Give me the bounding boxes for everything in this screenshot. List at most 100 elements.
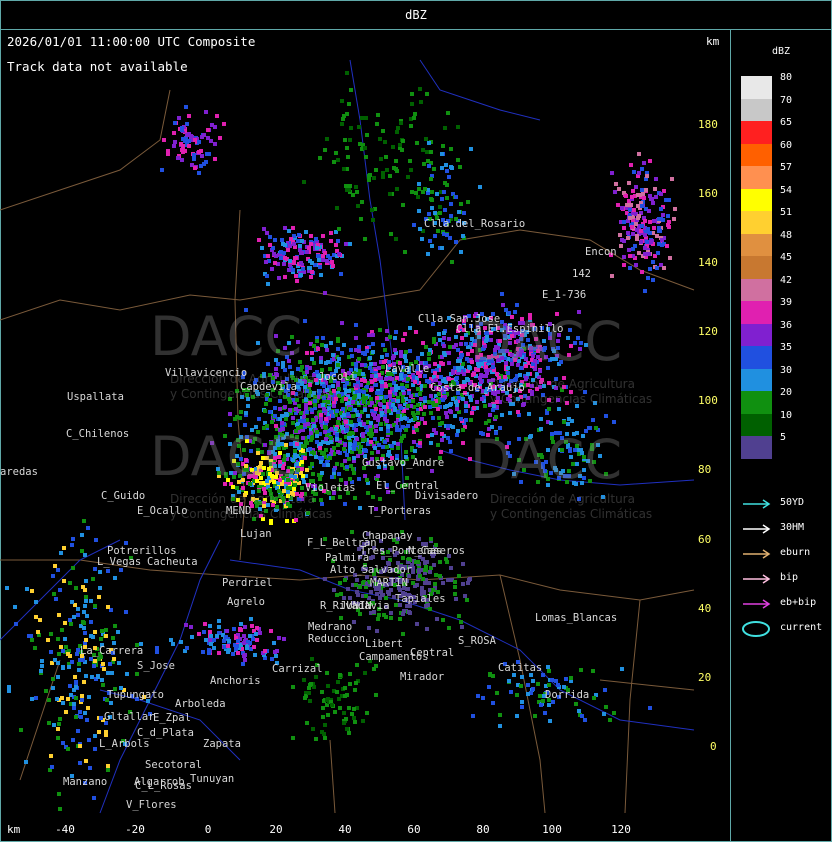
radar-pixel	[334, 151, 338, 155]
radar-pixel	[347, 102, 351, 106]
radar-pixel	[326, 360, 330, 364]
radar-pixel	[382, 405, 386, 409]
radar-pixel	[412, 116, 416, 120]
radar-pixel	[664, 198, 668, 202]
radar-pixel	[415, 141, 419, 145]
radar-pixel	[440, 197, 444, 201]
radar-pixel	[323, 723, 327, 727]
radar-pixel	[255, 638, 259, 642]
radar-pixel	[312, 344, 316, 348]
radar-pixel	[363, 438, 367, 442]
radar-pixel	[457, 396, 461, 400]
radar-pixel	[406, 404, 410, 408]
radar-pixel	[648, 231, 652, 235]
radar-pixel	[338, 673, 342, 677]
place-label: Tapiales	[395, 593, 446, 605]
radar-pixel	[268, 243, 272, 247]
radar-pixel	[631, 247, 635, 251]
radar-pixel	[342, 167, 346, 171]
radar-pixel	[431, 401, 435, 405]
radar-pixel	[509, 690, 513, 694]
radar-pixel	[319, 273, 323, 277]
radar-pixel	[337, 472, 341, 476]
radar-pixel	[383, 348, 387, 352]
radar-pixel	[416, 195, 420, 199]
radar-pixel	[370, 208, 374, 212]
place-label: Lomas_Blancas	[535, 612, 618, 624]
radar-pixel	[438, 338, 442, 342]
radar-pixel	[454, 240, 458, 244]
radar-pixel	[457, 210, 461, 214]
radar-pixel	[310, 657, 314, 661]
radar-pixel	[469, 418, 473, 422]
radar-pixel	[379, 427, 383, 431]
radar-pixel	[197, 140, 201, 144]
radar-pixel	[536, 682, 540, 686]
radar-pixel	[520, 675, 524, 679]
radar-pixel	[71, 566, 75, 570]
radar-pixel	[363, 408, 367, 412]
radar-pixel	[443, 405, 447, 409]
radar-pixel	[64, 645, 68, 649]
radar-pixel	[388, 335, 392, 339]
radar-pixel	[106, 671, 110, 675]
radar-pixel	[63, 621, 67, 625]
radar-pixel	[453, 592, 457, 596]
radar-pixel	[614, 182, 618, 186]
radar-pixel	[135, 672, 139, 676]
radar-pixel	[441, 581, 445, 585]
radar-pixel	[440, 166, 444, 170]
radar-pixel	[282, 251, 286, 255]
radar-pixel	[288, 244, 292, 248]
radar-pixel	[357, 357, 361, 361]
radar-pixel	[373, 437, 377, 441]
radar-pixel	[428, 570, 432, 574]
radar-pixel	[352, 707, 356, 711]
radar-pixel	[183, 139, 187, 143]
radar-pixel	[527, 412, 531, 416]
radar-pixel	[334, 427, 338, 431]
radar-pixel	[342, 343, 346, 347]
radar-pixel	[460, 336, 464, 340]
radar-pixel	[242, 634, 246, 638]
radar-pixel	[452, 345, 456, 349]
scale-swatch	[741, 233, 772, 257]
radar-pixel	[204, 638, 208, 642]
radar-pixel	[427, 141, 431, 145]
radar-pixel	[430, 244, 434, 248]
radar-pixel	[371, 495, 375, 499]
radar-pixel	[461, 234, 465, 238]
radar-pixel	[315, 430, 319, 434]
radar-pixel	[646, 276, 650, 280]
radar-pixel	[78, 761, 82, 765]
radar-pixel	[338, 581, 342, 585]
radar-pixel	[652, 226, 656, 230]
radar-pixel	[332, 160, 336, 164]
radar-pixel	[461, 397, 465, 401]
radar-pixel	[117, 661, 121, 665]
radar-pixel	[436, 443, 440, 447]
radar-pixel	[362, 400, 366, 404]
radar-pixel	[427, 357, 431, 361]
radar-pixel	[255, 626, 259, 630]
radar-pixel	[72, 706, 76, 710]
scale-swatch	[741, 121, 772, 144]
radar-pixel	[487, 685, 491, 689]
radar-pixel	[414, 330, 418, 334]
radar-pixel	[172, 131, 176, 135]
radar-pixel	[101, 662, 105, 666]
radar-pixel	[445, 560, 449, 564]
radar-pixel	[315, 434, 319, 438]
place-label: Secotoral	[145, 759, 202, 771]
place-label: Arboleda	[175, 698, 226, 710]
radar-pixel	[318, 446, 322, 450]
radar-pixel	[235, 415, 239, 419]
radar-pixel	[437, 416, 441, 420]
scale-swatch	[741, 211, 772, 234]
radar-pixel	[302, 419, 306, 423]
radar-pixel	[155, 646, 159, 650]
radar-pixel	[225, 629, 229, 633]
radar-pixel	[547, 683, 551, 687]
radar-pixel	[360, 200, 364, 204]
radar-pixel	[289, 237, 293, 241]
